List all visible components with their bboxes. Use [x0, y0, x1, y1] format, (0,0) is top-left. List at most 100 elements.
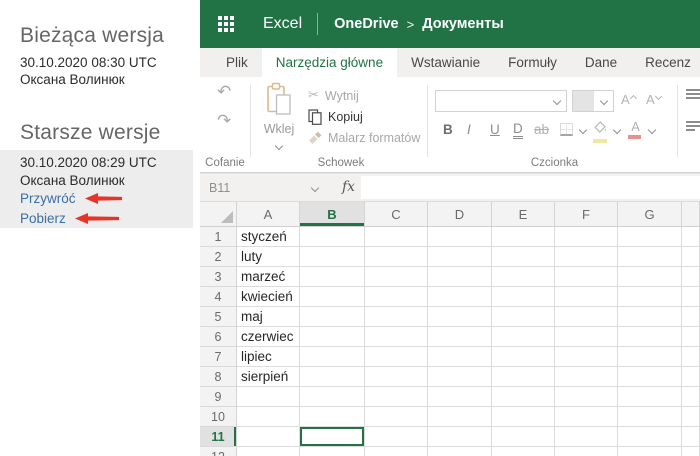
cell-g11[interactable]	[618, 427, 682, 447]
font-color-button[interactable]: A	[628, 120, 643, 139]
cell-a2[interactable]: luty	[237, 247, 300, 267]
cell-f12[interactable]	[555, 447, 618, 456]
cell-f5[interactable]	[555, 307, 618, 327]
row-header-9[interactable]: 9	[200, 387, 237, 407]
cell-b2[interactable]	[300, 247, 365, 267]
cell-b4[interactable]	[300, 287, 365, 307]
copy-button[interactable]: Kopiuj	[308, 109, 363, 125]
tab-recenz[interactable]: Recenz	[631, 48, 700, 77]
cell-b6[interactable]	[300, 327, 365, 347]
app-launcher-waffle-icon[interactable]	[218, 16, 234, 32]
underline-button[interactable]: U	[490, 121, 500, 139]
cell-f11[interactable]	[555, 427, 618, 447]
borders-dropdown-icon[interactable]	[578, 125, 588, 135]
cell-c11[interactable]	[365, 427, 428, 447]
cell-e8[interactable]	[492, 367, 555, 387]
cell-a6[interactable]: czerwiec	[237, 327, 300, 347]
fx-icon[interactable]: fx	[342, 179, 355, 195]
download-link[interactable]: Pobierz	[20, 211, 66, 226]
row-header-3[interactable]: 3	[200, 267, 237, 287]
cell-a11[interactable]	[237, 427, 300, 447]
cell-e11[interactable]	[492, 427, 555, 447]
row-header-4[interactable]: 4	[200, 287, 237, 307]
cell-partial[interactable]	[682, 387, 700, 407]
cell-partial[interactable]	[682, 407, 700, 427]
tab-formuły[interactable]: Formuły	[494, 48, 571, 77]
cell-f2[interactable]	[555, 247, 618, 267]
redo-button[interactable]: ↷	[217, 113, 231, 130]
tab-wstawianie[interactable]: Wstawianie	[397, 48, 494, 77]
column-header-c[interactable]: C	[365, 202, 428, 227]
cell-d9[interactable]	[428, 387, 492, 407]
cell-b9[interactable]	[300, 387, 365, 407]
cell-c5[interactable]	[365, 307, 428, 327]
cell-e12[interactable]	[492, 447, 555, 456]
cell-d7[interactable]	[428, 347, 492, 367]
cell-partial[interactable]	[682, 367, 700, 387]
cell-g1[interactable]	[618, 227, 682, 247]
cell-f6[interactable]	[555, 327, 618, 347]
cell-d2[interactable]	[428, 247, 492, 267]
paste-button[interactable]: Wklej	[255, 82, 303, 154]
cell-partial[interactable]	[682, 427, 700, 447]
cell-f7[interactable]	[555, 347, 618, 367]
cell-g12[interactable]	[618, 447, 682, 456]
cell-d5[interactable]	[428, 307, 492, 327]
breadcrumb-folder[interactable]: Документы	[422, 16, 504, 32]
name-box[interactable]: B11	[200, 174, 328, 201]
font-name-combobox[interactable]	[435, 90, 567, 112]
cell-b7[interactable]	[300, 347, 365, 367]
tab-dane[interactable]: Dane	[571, 48, 631, 77]
cell-b10[interactable]	[300, 407, 365, 427]
column-header-a[interactable]: A	[237, 202, 300, 227]
cell-g7[interactable]	[618, 347, 682, 367]
cell-partial[interactable]	[682, 447, 700, 456]
cell-g10[interactable]	[618, 407, 682, 427]
cell-partial[interactable]	[682, 287, 700, 307]
cell-a8[interactable]: sierpień	[237, 367, 300, 387]
cell-e9[interactable]	[492, 387, 555, 407]
column-header-b[interactable]: B	[300, 202, 365, 227]
cell-b8[interactable]	[300, 367, 365, 387]
tab-plik[interactable]: Plik	[212, 48, 262, 77]
font-size-combobox[interactable]	[572, 90, 614, 112]
row-header-5[interactable]: 5	[200, 307, 237, 327]
fill-color-button[interactable]	[593, 120, 608, 143]
row-header-2[interactable]: 2	[200, 247, 237, 267]
formula-input[interactable]	[361, 176, 700, 199]
cell-e3[interactable]	[492, 267, 555, 287]
cell-c1[interactable]	[365, 227, 428, 247]
cell-a10[interactable]	[237, 407, 300, 427]
cell-f9[interactable]	[555, 387, 618, 407]
bold-button[interactable]: B	[443, 121, 453, 139]
cell-d1[interactable]	[428, 227, 492, 247]
cell-e5[interactable]	[492, 307, 555, 327]
double-underline-button[interactable]: D	[513, 121, 523, 139]
fill-color-dropdown-icon[interactable]	[612, 125, 622, 135]
cell-e7[interactable]	[492, 347, 555, 367]
align-top-button[interactable]	[686, 89, 700, 101]
cell-d8[interactable]	[428, 367, 492, 387]
cell-e1[interactable]	[492, 227, 555, 247]
cell-f10[interactable]	[555, 407, 618, 427]
cell-d11[interactable]	[428, 427, 492, 447]
grow-font-button[interactable]: A	[621, 92, 637, 107]
cell-a4[interactable]: kwiecień	[237, 287, 300, 307]
cell-c2[interactable]	[365, 247, 428, 267]
italic-button[interactable]: I	[467, 121, 471, 139]
cell-f8[interactable]	[555, 367, 618, 387]
row-header-8[interactable]: 8	[200, 367, 237, 387]
cell-partial[interactable]	[682, 267, 700, 287]
cell-a5[interactable]: maj	[237, 307, 300, 327]
cell-d6[interactable]	[428, 327, 492, 347]
cell-partial[interactable]	[682, 307, 700, 327]
cell-f1[interactable]	[555, 227, 618, 247]
cell-g8[interactable]	[618, 367, 682, 387]
cell-c10[interactable]	[365, 407, 428, 427]
cell-g5[interactable]	[618, 307, 682, 327]
cell-partial[interactable]	[682, 327, 700, 347]
strikethrough-button[interactable]: ab	[534, 121, 549, 139]
cell-b1[interactable]	[300, 227, 365, 247]
cut-button[interactable]: ✂ Wytnij	[308, 88, 359, 103]
format-painter-button[interactable]: Malarz formatów	[308, 131, 420, 145]
